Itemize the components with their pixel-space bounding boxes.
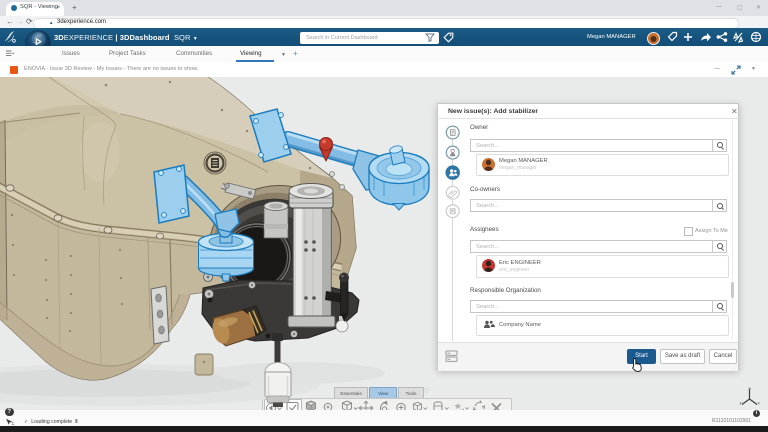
svg-text:1: 1: [12, 421, 15, 426]
svg-text:z: z: [740, 401, 742, 406]
svg-text:x: x: [758, 401, 761, 406]
svg-text:y: y: [749, 386, 752, 391]
